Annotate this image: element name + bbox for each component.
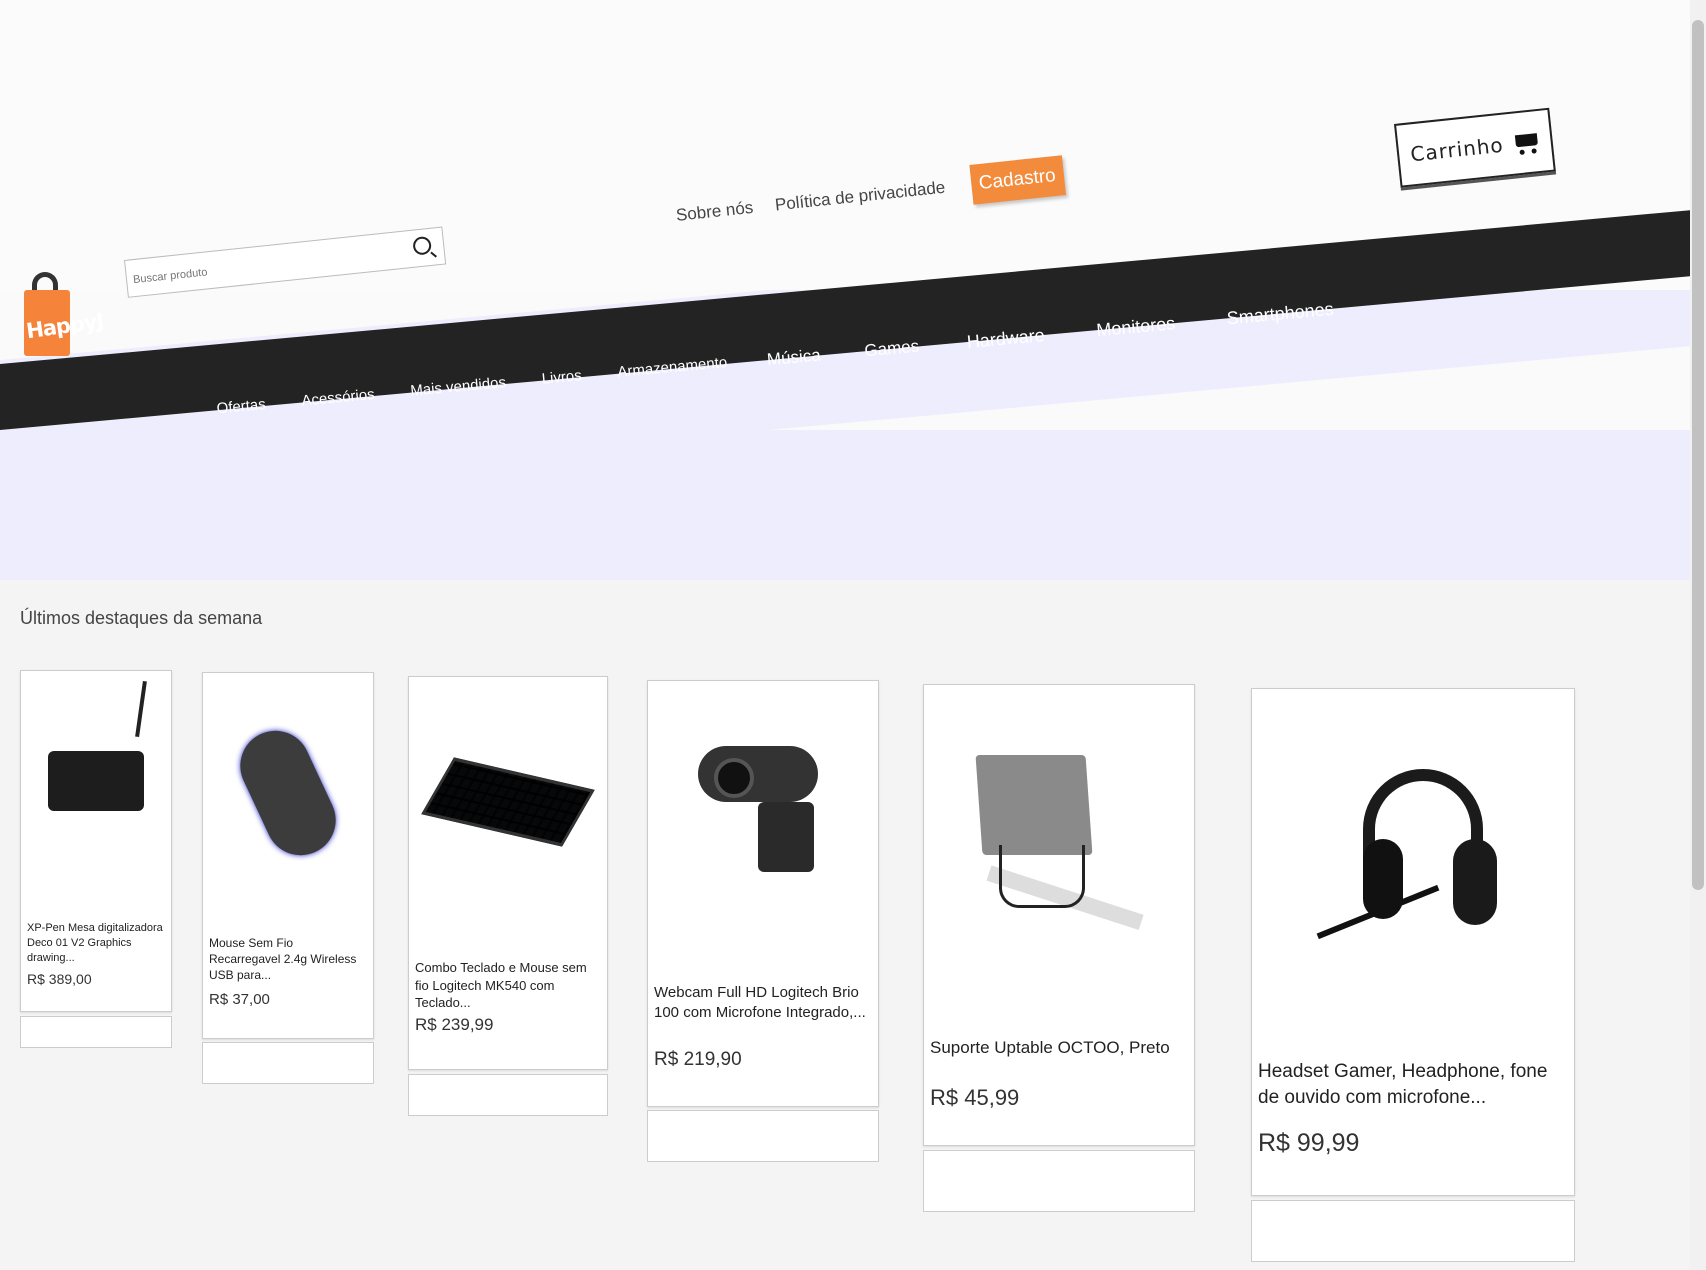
product-price: R$ 219,90	[654, 1049, 742, 1070]
webcam-icon	[648, 681, 878, 971]
product-card-next-row[interactable]	[20, 1016, 172, 1048]
product-card[interactable]: Mouse Sem Fio Recarregavel 2.4g Wireless…	[202, 672, 374, 1039]
cart-icon	[1510, 129, 1540, 156]
product-card[interactable]: Webcam Full HD Logitech Brio 100 com Mic…	[647, 680, 879, 1107]
scrollbar-thumb[interactable]	[1692, 20, 1704, 890]
search-icon[interactable]	[412, 235, 433, 256]
headset-icon	[1252, 689, 1574, 1029]
cart-label: Carrinho	[1409, 132, 1505, 167]
product-name: Mouse Sem Fio Recarregavel 2.4g Wireless…	[209, 936, 357, 983]
link-about[interactable]: Sobre nós	[675, 198, 754, 226]
product-card[interactable]: Combo Teclado e Mouse sem fio Logitech M…	[408, 676, 608, 1070]
product-card[interactable]: XP-Pen Mesa digitalizadora Deco 01 V2 Gr…	[20, 670, 172, 1012]
product-price: R$ 37,00	[209, 991, 270, 1008]
drawing-tablet-icon	[21, 671, 171, 891]
promo-banner	[0, 430, 1690, 580]
laptop-stand-icon	[924, 685, 1194, 1005]
product-card-next-row[interactable]	[202, 1042, 374, 1084]
product-price: R$ 239,99	[415, 1015, 494, 1034]
logo[interactable]: HappyJ	[24, 272, 105, 362]
product-price: R$ 389,00	[27, 971, 92, 987]
product-card-next-row[interactable]	[408, 1074, 608, 1116]
link-privacy[interactable]: Política de privacidade	[774, 178, 946, 216]
page-scrollbar[interactable]	[1690, 0, 1706, 1270]
product-name: Headset Gamer, Headphone, fone de ouvido…	[1258, 1061, 1548, 1108]
product-card-next-row[interactable]	[647, 1110, 879, 1162]
product-card-next-row[interactable]	[1251, 1200, 1575, 1262]
wireless-mouse-icon	[203, 673, 373, 913]
product-card[interactable]: Headset Gamer, Headphone, fone de ouvido…	[1251, 688, 1575, 1196]
product-name: Suporte Uptable OCTOO, Preto	[930, 1038, 1170, 1057]
product-card[interactable]: Suporte Uptable OCTOO, Preto R$ 45,99	[923, 684, 1195, 1146]
keyboard-icon	[409, 677, 607, 927]
product-price: R$ 45,99	[930, 1085, 1020, 1110]
product-price: R$ 99,99	[1258, 1129, 1360, 1157]
product-card-next-row[interactable]	[923, 1150, 1195, 1212]
product-name: Webcam Full HD Logitech Brio 100 com Mic…	[654, 984, 866, 1022]
section-title: Últimos destaques da semana	[20, 608, 263, 628]
product-name: Combo Teclado e Mouse sem fio Logitech M…	[415, 960, 587, 1011]
product-name: XP-Pen Mesa digitalizadora Deco 01 V2 Gr…	[27, 922, 163, 964]
